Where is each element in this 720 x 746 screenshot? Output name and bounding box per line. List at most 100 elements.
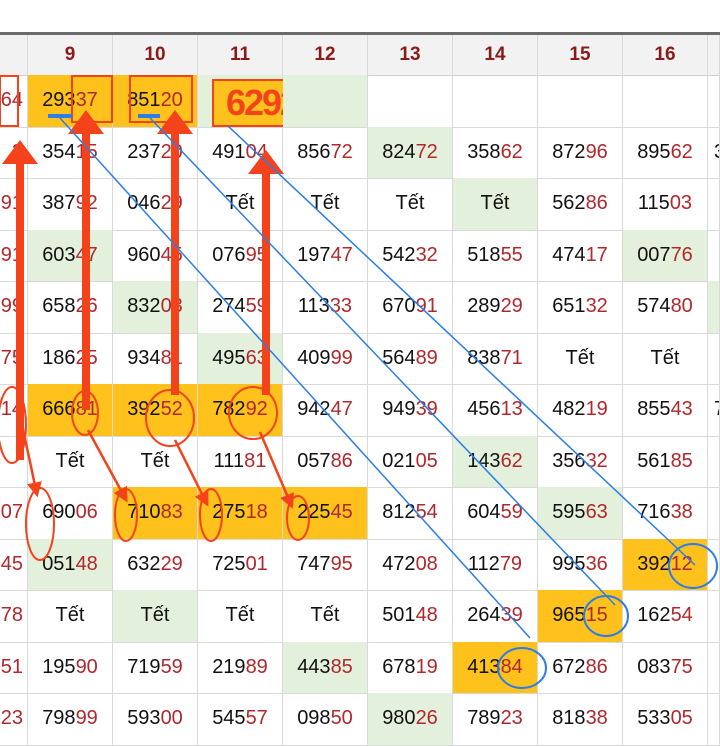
result-cell: 39212 <box>623 538 708 590</box>
result-number: 09850 <box>297 707 353 730</box>
lottery-results-table[interactable]: 9 10 11 12 13 14 15 16 64 29337 85120 6292 3 35415 237… <box>0 35 720 746</box>
result-cell <box>283 75 368 127</box>
result-cell: 54232 <box>368 229 453 281</box>
number-prefix: 219 <box>212 655 246 678</box>
number-last-two: 84 <box>500 655 523 678</box>
result-number: 11333 <box>298 295 352 318</box>
result-cell: 67286 <box>538 641 623 693</box>
result-number: 47417 <box>552 244 608 267</box>
result-number: 35862 <box>467 141 523 164</box>
cell-text: 51 <box>0 655 23 678</box>
result-cell: 48219 <box>538 384 623 436</box>
number-last-two: 33 <box>329 295 353 318</box>
result-cell: 66681 <box>28 384 113 436</box>
result-number: 82472 <box>382 141 438 164</box>
number-prefix: 354 <box>42 140 76 163</box>
number-last-two: 19 <box>415 655 438 678</box>
result-cell: Tết <box>453 178 538 230</box>
number-prefix: 225 <box>297 501 331 524</box>
number-prefix: 965 <box>552 604 586 627</box>
number-last-two: 03 <box>160 295 183 318</box>
column-header: 14 <box>453 35 538 75</box>
table-row: 99 65826 83203 27459 11333 67091 28929 65132 574… <box>0 281 720 334</box>
partial-cell-right <box>708 178 720 230</box>
number-last-two: 06 <box>75 501 98 524</box>
partial-cell-right <box>708 332 720 384</box>
result-cell: 53305 <box>623 693 708 745</box>
number-prefix: 264 <box>467 604 501 627</box>
column-header: 15 <box>538 35 623 75</box>
table-row: Tết Tết 11181 05786 02105 14362 35632 56185 <box>0 435 720 488</box>
number-prefix: 482 <box>552 398 586 421</box>
result-cell: 85120 <box>113 75 198 127</box>
result-cell: 60459 <box>453 487 538 539</box>
partial-cell-right <box>708 590 720 642</box>
column-header: 16 <box>623 35 708 75</box>
number-last-two: 96 <box>585 140 608 163</box>
number-prefix: 358 <box>467 140 501 163</box>
result-number: 83871 <box>467 347 523 370</box>
number-last-two: 32 <box>415 243 438 266</box>
number-prefix: 595 <box>552 501 586 524</box>
number-last-two: 54 <box>670 604 693 627</box>
number-last-two: 45 <box>330 501 353 524</box>
cell-text: Tết <box>565 346 595 369</box>
number-prefix: 007 <box>637 243 671 266</box>
number-prefix: 725 <box>212 552 246 575</box>
table-row: 91 60347 96045 07695 19747 54232 51855 47417 007… <box>0 229 720 282</box>
number-last-two: 32 <box>585 449 608 472</box>
result-cell: 05786 <box>283 435 368 487</box>
number-last-two: 17 <box>585 243 608 266</box>
result-number: 39212 <box>637 553 693 576</box>
result-cell: 27518 <box>198 487 283 539</box>
result-number: 19590 <box>42 656 98 679</box>
number-last-two: 59 <box>160 655 183 678</box>
number-prefix: 949 <box>382 398 416 421</box>
result-cell: 45613 <box>453 384 538 436</box>
result-number: 65132 <box>552 295 608 318</box>
cell-text: 78 <box>0 604 23 627</box>
partial-cell-right <box>708 435 720 487</box>
result-cell: 56286 <box>538 178 623 230</box>
number-prefix: 098 <box>297 707 331 730</box>
number-prefix: 162 <box>637 604 671 627</box>
number-last-two: 43 <box>670 398 693 421</box>
number-last-two: 19 <box>585 398 608 421</box>
partial-cell-right <box>708 75 720 127</box>
number-prefix: 574 <box>637 295 671 318</box>
number-last-two: 62 <box>500 449 523 472</box>
partial-cell-left: 14 <box>0 384 28 436</box>
number-last-two: 36 <box>585 552 608 575</box>
result-cell <box>453 75 538 127</box>
result-cell: 67091 <box>368 281 453 333</box>
number-prefix: 501 <box>382 604 416 627</box>
result-number: 59563 <box>552 501 608 524</box>
result-number: 83203 <box>127 295 183 318</box>
result-number: 50148 <box>382 604 438 627</box>
result-cell: 63229 <box>113 538 198 590</box>
number-last-two: 47 <box>330 243 353 266</box>
cell-text: 91 <box>0 243 23 266</box>
result-number: 23720 <box>127 141 183 164</box>
result-number: 27459 <box>212 295 268 318</box>
number-last-two: 72 <box>415 140 438 163</box>
result-cell: 44385 <box>283 641 368 693</box>
number-prefix: 942 <box>297 398 331 421</box>
result-number: 00776 <box>637 244 693 267</box>
number-last-two: 29 <box>160 192 183 215</box>
number-last-two: 85 <box>330 655 353 678</box>
number-last-two: 38 <box>585 707 608 730</box>
result-cell: 14362 <box>453 435 538 487</box>
result-cell: 49563 <box>198 332 283 384</box>
number-last-two: 08 <box>415 552 438 575</box>
result-cell: 56489 <box>368 332 453 384</box>
table-row: 07 69006 71083 27518 22545 81254 60459 59563 716… <box>0 487 720 540</box>
result-number: 16254 <box>637 604 693 627</box>
result-cell: 65826 <box>28 281 113 333</box>
result-number: 78923 <box>467 707 523 730</box>
result-number: 02105 <box>382 450 438 473</box>
result-cell: 26439 <box>453 590 538 642</box>
partial-cell-right <box>708 281 720 333</box>
number-prefix: 115 <box>637 192 670 215</box>
result-cell: 35862 <box>453 126 538 178</box>
